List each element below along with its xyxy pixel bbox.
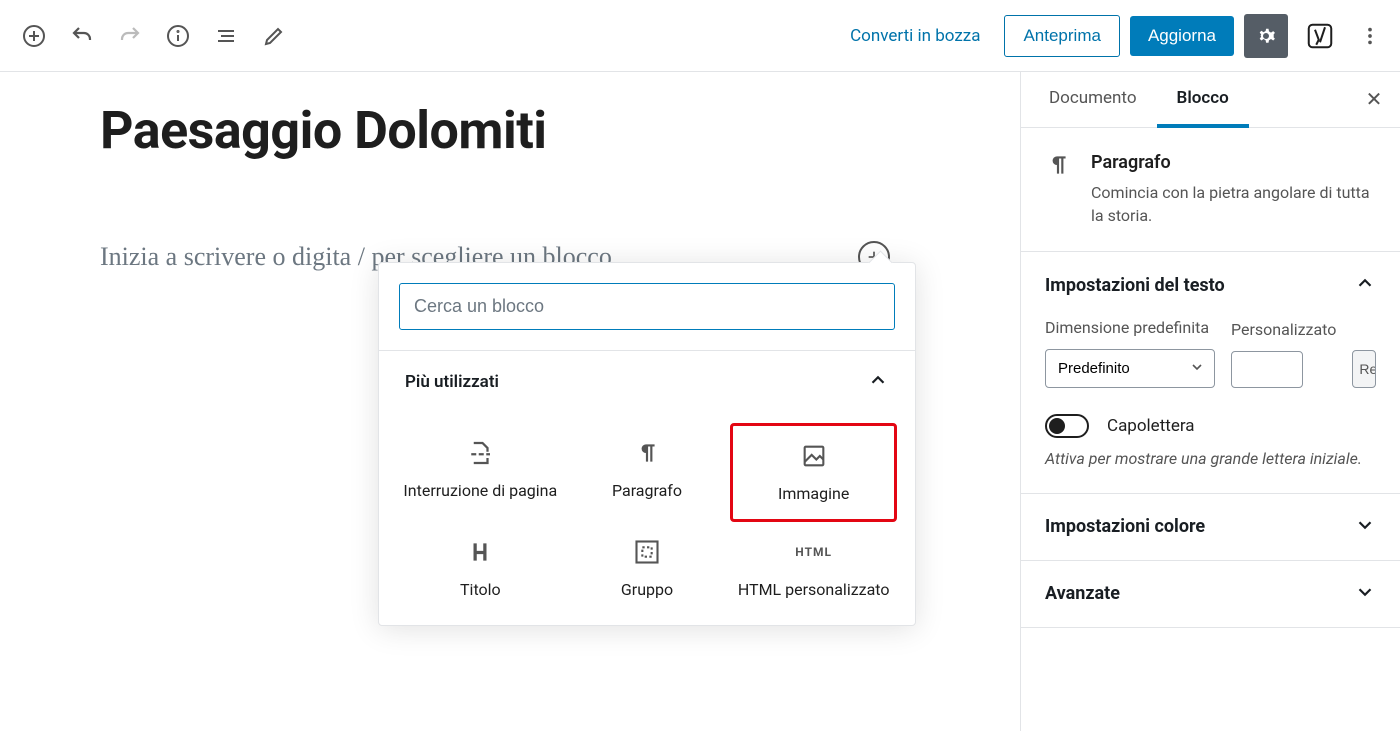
- block-item-html[interactable]: HTML HTML personalizzato: [730, 522, 897, 615]
- outline-button[interactable]: [204, 14, 248, 58]
- edit-mode-button[interactable]: [252, 14, 296, 58]
- undo-button[interactable]: [60, 14, 104, 58]
- tab-document[interactable]: Documento: [1029, 72, 1157, 128]
- block-item-label: Immagine: [778, 484, 849, 505]
- block-search-input[interactable]: [399, 283, 895, 330]
- tab-block[interactable]: Blocco: [1157, 72, 1249, 128]
- settings-button[interactable]: [1244, 14, 1288, 58]
- add-block-button[interactable]: [12, 14, 56, 58]
- close-icon: ✕: [1366, 89, 1383, 111]
- post-title[interactable]: Paesaggio Dolomiti: [100, 100, 1020, 161]
- dropcap-label: Capolettera: [1107, 416, 1195, 436]
- block-description: Comincia con la pietra angolare di tutta…: [1091, 181, 1376, 227]
- block-item-heading[interactable]: Titolo: [397, 522, 564, 615]
- panel-text-settings[interactable]: Impostazioni del testo: [1021, 252, 1400, 318]
- chevron-down-icon: [1354, 581, 1376, 607]
- dropcap-hint: Attiva per mostrare una grande lettera i…: [1045, 448, 1376, 470]
- font-size-label: Dimensione predefinita: [1045, 318, 1215, 339]
- update-button[interactable]: Aggiorna: [1130, 16, 1234, 56]
- more-menu-button[interactable]: [1352, 14, 1388, 58]
- image-icon: [798, 440, 830, 472]
- chevron-up-icon: [867, 369, 889, 395]
- panel-color-settings[interactable]: Impostazioni colore: [1021, 494, 1400, 560]
- convert-to-draft-link[interactable]: Converti in bozza: [836, 18, 994, 54]
- block-item-label: Interruzione di pagina: [403, 481, 557, 502]
- editor-toolbar: Converti in bozza Anteprima Aggiorna: [0, 0, 1400, 72]
- page-break-icon: [464, 437, 496, 469]
- block-item-paragraph[interactable]: Paragrafo: [564, 423, 731, 522]
- block-inserter-popover: Più utilizzati Interruzione di pagina Pa…: [378, 262, 916, 626]
- inserter-section-most-used[interactable]: Più utilizzati: [379, 351, 915, 413]
- chevron-down-icon: [1354, 514, 1376, 540]
- html-icon: HTML: [798, 536, 830, 568]
- custom-size-label: Personalizzato: [1231, 320, 1336, 341]
- preview-button[interactable]: Anteprima: [1004, 15, 1119, 57]
- yoast-button[interactable]: [1298, 14, 1342, 58]
- close-sidebar-button[interactable]: ✕: [1356, 82, 1392, 118]
- inserter-section-title: Più utilizzati: [405, 372, 499, 392]
- panel-title: Avanzate: [1045, 583, 1120, 604]
- panel-title: Impostazioni del testo: [1045, 275, 1225, 296]
- reset-size-button[interactable]: Re: [1352, 350, 1376, 388]
- dropcap-toggle[interactable]: [1045, 414, 1089, 438]
- paragraph-icon: [631, 437, 663, 469]
- font-size-select[interactable]: Predefinito: [1045, 349, 1215, 388]
- panel-advanced[interactable]: Avanzate: [1021, 561, 1400, 627]
- paragraph-icon: [1045, 152, 1071, 227]
- redo-button[interactable]: [108, 14, 152, 58]
- block-item-label: Titolo: [460, 580, 501, 601]
- chevron-up-icon: [1354, 272, 1376, 298]
- panel-title: Impostazioni colore: [1045, 516, 1205, 537]
- block-item-image[interactable]: Immagine: [730, 423, 897, 522]
- block-item-label: Gruppo: [621, 580, 673, 601]
- custom-size-input[interactable]: [1231, 351, 1303, 388]
- block-item-page-break[interactable]: Interruzione di pagina: [397, 423, 564, 522]
- block-item-group[interactable]: Gruppo: [564, 522, 731, 615]
- heading-icon: [464, 536, 496, 568]
- block-item-label: Paragrafo: [612, 481, 682, 502]
- editor-canvas: Paesaggio Dolomiti Inizia a scrivere o d…: [0, 72, 1020, 731]
- settings-sidebar: Documento Blocco ✕ Paragrafo Comincia co…: [1020, 72, 1400, 731]
- block-item-label: HTML personalizzato: [738, 580, 890, 601]
- info-button[interactable]: [156, 14, 200, 58]
- group-icon: [631, 536, 663, 568]
- block-name: Paragrafo: [1091, 152, 1376, 173]
